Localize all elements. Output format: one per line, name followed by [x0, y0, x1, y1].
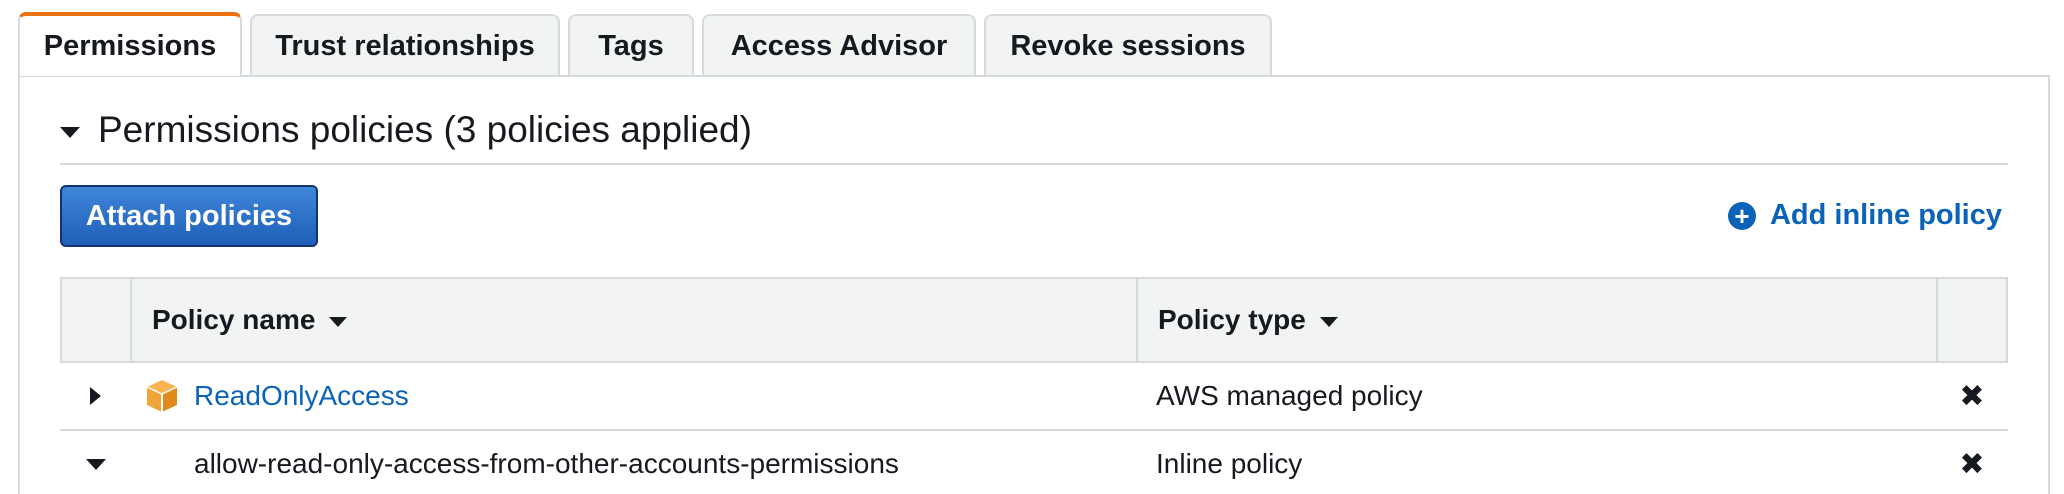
- policy-type-cell: Inline policy: [1156, 448, 1303, 479]
- table-row: ReadOnlyAccess AWS managed policy ✖: [60, 363, 2008, 431]
- policy-type-cell: AWS managed policy: [1156, 380, 1423, 411]
- expand-column-header: [62, 279, 132, 361]
- close-icon[interactable]: ✖: [1959, 447, 1984, 482]
- policy-name-link[interactable]: ReadOnlyAccess: [194, 380, 409, 412]
- caret-down-icon[interactable]: [86, 458, 106, 470]
- tab-access-advisor[interactable]: Access Advisor: [702, 14, 976, 76]
- expand-toggle[interactable]: [60, 363, 130, 429]
- policy-name-header-label: Policy name: [152, 304, 316, 335]
- policy-name-header[interactable]: Policy name: [132, 279, 1138, 361]
- tab-permissions[interactable]: Permissions: [18, 12, 242, 76]
- policy-type-header[interactable]: Policy type: [1138, 279, 1938, 361]
- policies-table: Policy name Policy type ReadOnlyAccess A…: [60, 277, 2008, 494]
- attach-policies-button[interactable]: Attach policies: [60, 185, 318, 247]
- tab-revoke-sessions[interactable]: Revoke sessions: [984, 14, 1272, 76]
- expand-toggle[interactable]: [60, 431, 130, 494]
- tab-tags[interactable]: Tags: [568, 14, 694, 76]
- section-divider: [60, 163, 2008, 165]
- managed-policy-box-icon: [146, 380, 178, 412]
- section-toggle[interactable]: Permissions policies (3 policies applied…: [60, 109, 752, 151]
- add-inline-policy-label: Add inline policy: [1769, 199, 2002, 231]
- caret-right-icon[interactable]: [90, 387, 101, 405]
- plus-circle-icon: +: [1727, 201, 1756, 230]
- policy-type-header-label: Policy type: [1158, 304, 1306, 335]
- policy-name-cell: ReadOnlyAccess: [130, 363, 1136, 429]
- table-row: allow-read-only-access-from-other-accoun…: [60, 431, 2008, 494]
- policy-name-text: allow-read-only-access-from-other-accoun…: [194, 448, 899, 479]
- policy-name-cell: allow-read-only-access-from-other-accoun…: [130, 431, 1136, 494]
- table-header: Policy name Policy type: [60, 277, 2008, 363]
- permissions-panel: Permissions policies (3 policies applied…: [18, 75, 2050, 494]
- section-title: Permissions policies (3 policies applied…: [98, 109, 752, 150]
- sort-caret-icon: [329, 316, 348, 327]
- sort-caret-icon: [1319, 316, 1338, 327]
- collapse-caret-icon[interactable]: [60, 126, 80, 138]
- tab-trust-relationships[interactable]: Trust relationships: [250, 14, 560, 76]
- tab-bar: Permissions Trust relationships Tags Acc…: [18, 12, 1280, 76]
- add-inline-policy-link[interactable]: + Add inline policy: [1727, 199, 2002, 232]
- remove-policy-button[interactable]: ✖: [1936, 431, 2008, 494]
- remove-policy-button[interactable]: ✖: [1936, 363, 2008, 429]
- close-icon[interactable]: ✖: [1959, 379, 1984, 414]
- remove-column-header: [1938, 279, 2006, 361]
